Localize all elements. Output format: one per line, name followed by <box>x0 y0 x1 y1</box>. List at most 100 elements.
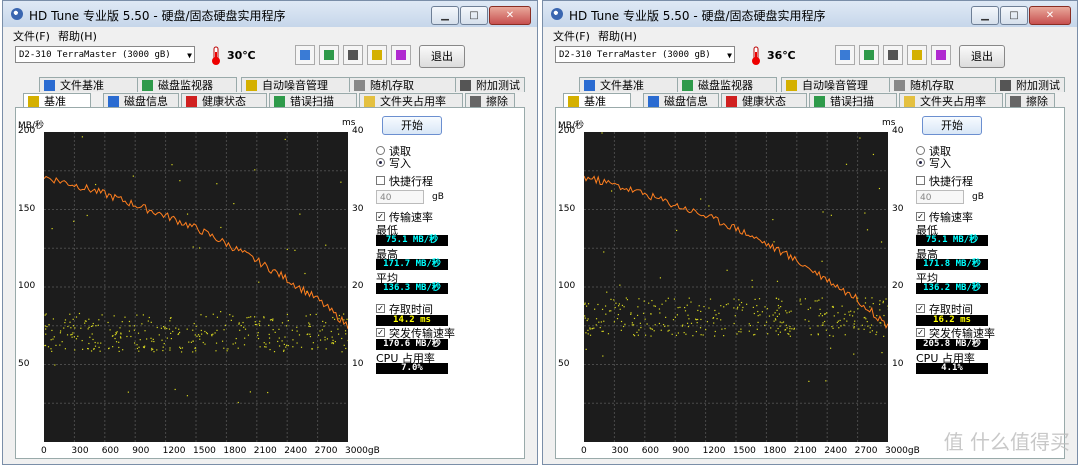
drive-select[interactable]: D2-310 TerraMaster (3000 gB) ▼ <box>15 46 195 63</box>
drive-select[interactable]: D2-310 TerraMaster (3000 gB) ▼ <box>555 46 735 63</box>
access-point <box>88 342 90 345</box>
minimize-icon[interactable]: ▁ <box>431 6 459 25</box>
access-point <box>825 380 827 382</box>
title-bar[interactable]: HD Tune 专业版 5.50 - 硬盘/固态硬盘实用程序 ▁ □ ✕ <box>543 1 1077 27</box>
exit-button[interactable]: 退出 <box>419 45 465 68</box>
access-point <box>259 346 261 348</box>
access-point <box>781 300 783 302</box>
start-button[interactable]: 开始 <box>922 116 982 135</box>
short-stroke-stepper[interactable]: 40 <box>916 190 964 204</box>
write-radio[interactable] <box>376 158 385 167</box>
read-radio[interactable] <box>376 146 385 155</box>
close-icon[interactable]: ✕ <box>1029 6 1071 25</box>
tab-4[interactable]: 附加测试 <box>995 77 1065 92</box>
transfer-rate-checkbox[interactable]: ✓ <box>376 212 385 221</box>
tab2-1[interactable]: 磁盘信息 <box>643 93 719 108</box>
save-icon[interactable] <box>319 45 339 65</box>
access-point <box>809 307 812 309</box>
tab-label: 自动噪音管理 <box>802 79 868 92</box>
keys-icon[interactable] <box>907 45 927 65</box>
tab-1[interactable]: 磁盘监视器 <box>677 77 777 92</box>
y-tick-right: 20 <box>352 281 364 291</box>
maximize-icon[interactable]: □ <box>1000 6 1028 25</box>
short-stroke-label: 快捷行程 <box>389 175 433 188</box>
download-icon[interactable] <box>391 45 411 65</box>
menu-item-1[interactable]: 帮助(H) <box>58 28 97 44</box>
save-icon[interactable] <box>859 45 879 65</box>
window-title: HD Tune 专业版 5.50 - 硬盘/固态硬盘实用程序 <box>569 9 826 23</box>
short-stroke-stepper[interactable]: 40 <box>376 190 424 204</box>
access-point <box>315 313 317 316</box>
tab-label: 附加测试 <box>476 79 520 92</box>
tab2-5[interactable]: 擦除 <box>465 93 515 108</box>
tab2-5[interactable]: 擦除 <box>1005 93 1055 108</box>
keys-icon[interactable] <box>367 45 387 65</box>
minimize-icon[interactable]: ▁ <box>971 6 999 25</box>
access-point <box>129 325 131 327</box>
access-point <box>216 183 218 185</box>
camera-icon[interactable] <box>883 45 903 65</box>
access-point <box>186 213 189 215</box>
write-radio[interactable] <box>916 158 925 167</box>
tab-1[interactable]: 磁盘监视器 <box>137 77 237 92</box>
maximize-icon[interactable]: □ <box>460 6 488 25</box>
tab2-2[interactable]: 健康状态 <box>721 93 807 108</box>
access-point <box>291 329 293 331</box>
access-point <box>651 299 653 302</box>
access-point <box>685 333 687 335</box>
transfer-rate-checkbox[interactable]: ✓ <box>916 212 925 221</box>
camera-icon[interactable] <box>343 45 363 65</box>
access-point <box>278 328 280 330</box>
tab-0[interactable]: 文件基准 <box>39 77 139 92</box>
access-point <box>343 344 345 346</box>
x-tick: 2400 <box>284 446 308 456</box>
read-radio[interactable] <box>916 146 925 155</box>
tab-2[interactable]: 自动噪音管理 <box>781 77 901 92</box>
tab2-4[interactable]: 文件夹占用率 <box>359 93 463 108</box>
access-point <box>133 325 136 327</box>
access-time-checkbox[interactable]: ✓ <box>916 304 925 313</box>
short-stroke-checkbox[interactable] <box>916 176 925 185</box>
access-point <box>192 351 194 353</box>
access-point <box>702 334 704 336</box>
burst-rate-checkbox[interactable]: ✓ <box>916 328 925 337</box>
tab-3[interactable]: 随机存取 <box>889 77 999 92</box>
access-point <box>601 308 604 310</box>
copy-icon[interactable] <box>295 45 315 65</box>
access-point <box>258 281 260 283</box>
access-point <box>64 321 66 324</box>
menu-item-0[interactable]: 文件(F) <box>553 28 590 44</box>
access-point <box>271 318 273 321</box>
tab-0[interactable]: 文件基准 <box>579 77 679 92</box>
tab2-2[interactable]: 健康状态 <box>181 93 267 108</box>
access-point <box>700 318 702 321</box>
access-point <box>202 341 204 344</box>
access-point <box>44 325 47 327</box>
access-point <box>595 318 598 320</box>
access-point <box>309 333 311 335</box>
tab2-3[interactable]: 错误扫描 <box>809 93 897 108</box>
tab-3[interactable]: 随机存取 <box>349 77 459 92</box>
close-icon[interactable]: ✕ <box>489 6 531 25</box>
tab-4[interactable]: 附加测试 <box>455 77 525 92</box>
download-icon[interactable] <box>931 45 951 65</box>
access-point <box>759 314 761 316</box>
access-point <box>754 333 756 336</box>
access-point <box>789 326 791 328</box>
copy-icon[interactable] <box>835 45 855 65</box>
tab2-3[interactable]: 错误扫描 <box>269 93 357 108</box>
tab-2[interactable]: 自动噪音管理 <box>241 77 361 92</box>
burst-rate-checkbox[interactable]: ✓ <box>376 328 385 337</box>
start-button[interactable]: 开始 <box>382 116 442 135</box>
exit-button[interactable]: 退出 <box>959 45 1005 68</box>
tab2-0[interactable]: 基准 <box>23 93 91 108</box>
menu-item-1[interactable]: 帮助(H) <box>598 28 637 44</box>
tab2-4[interactable]: 文件夹占用率 <box>899 93 1003 108</box>
title-bar[interactable]: HD Tune 专业版 5.50 - 硬盘/固态硬盘实用程序 ▁ □ ✕ <box>3 1 537 27</box>
access-point <box>637 334 639 336</box>
tab2-0[interactable]: 基准 <box>563 93 631 108</box>
menu-item-0[interactable]: 文件(F) <box>13 28 50 44</box>
access-time-checkbox[interactable]: ✓ <box>376 304 385 313</box>
short-stroke-checkbox[interactable] <box>376 176 385 185</box>
tab2-1[interactable]: 磁盘信息 <box>103 93 179 108</box>
